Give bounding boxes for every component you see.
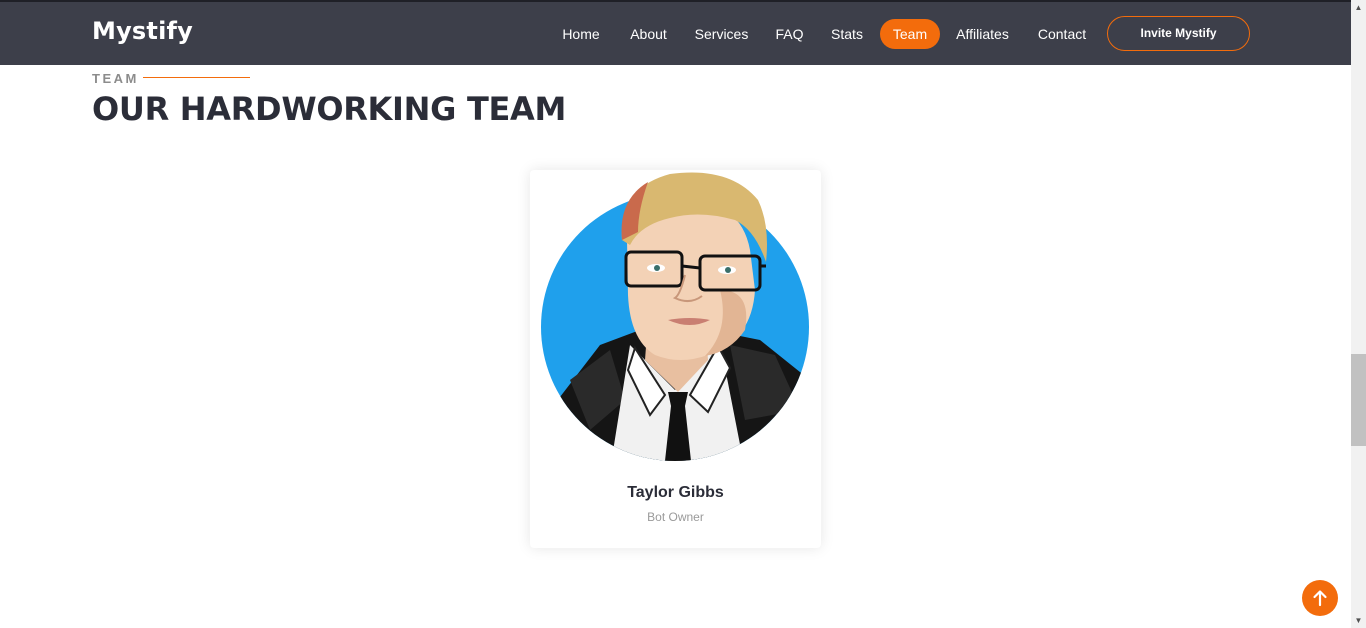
section-eyebrow: TEAM xyxy=(92,71,139,86)
page-scrollbar[interactable]: ▲ ▼ xyxy=(1351,0,1366,628)
arrow-up-icon xyxy=(1313,590,1327,607)
nav-item-services[interactable]: Services xyxy=(687,19,756,49)
nav-item-affiliates[interactable]: Affiliates xyxy=(947,19,1018,49)
cartoon-portrait-avatar-icon xyxy=(530,170,821,470)
nav-item-home[interactable]: Home xyxy=(552,19,610,49)
nav-item-faq[interactable]: FAQ xyxy=(766,19,813,49)
eyebrow-divider xyxy=(143,77,250,78)
nav-item-team[interactable]: Team xyxy=(880,19,940,49)
invite-button[interactable]: Invite Mystify xyxy=(1107,16,1250,51)
site-header: Mystify Home About Services FAQ Stats Te… xyxy=(0,0,1351,65)
member-role: Bot Owner xyxy=(647,510,704,524)
back-to-top-button[interactable] xyxy=(1302,580,1338,616)
scrollbar-thumb[interactable] xyxy=(1351,354,1366,446)
section-title: OUR HARDWORKING TEAM xyxy=(92,90,567,128)
team-member-card: Taylor Gibbs Bot Owner xyxy=(530,170,821,548)
scroll-down-arrow-icon[interactable]: ▼ xyxy=(1351,613,1366,628)
member-name: Taylor Gibbs xyxy=(627,484,724,501)
nav-item-stats[interactable]: Stats xyxy=(823,19,871,49)
nav-item-contact[interactable]: Contact xyxy=(1028,19,1096,49)
brand-logo[interactable]: Mystify xyxy=(92,17,193,45)
scroll-up-arrow-icon[interactable]: ▲ xyxy=(1351,0,1366,15)
nav-item-about[interactable]: About xyxy=(620,19,677,49)
